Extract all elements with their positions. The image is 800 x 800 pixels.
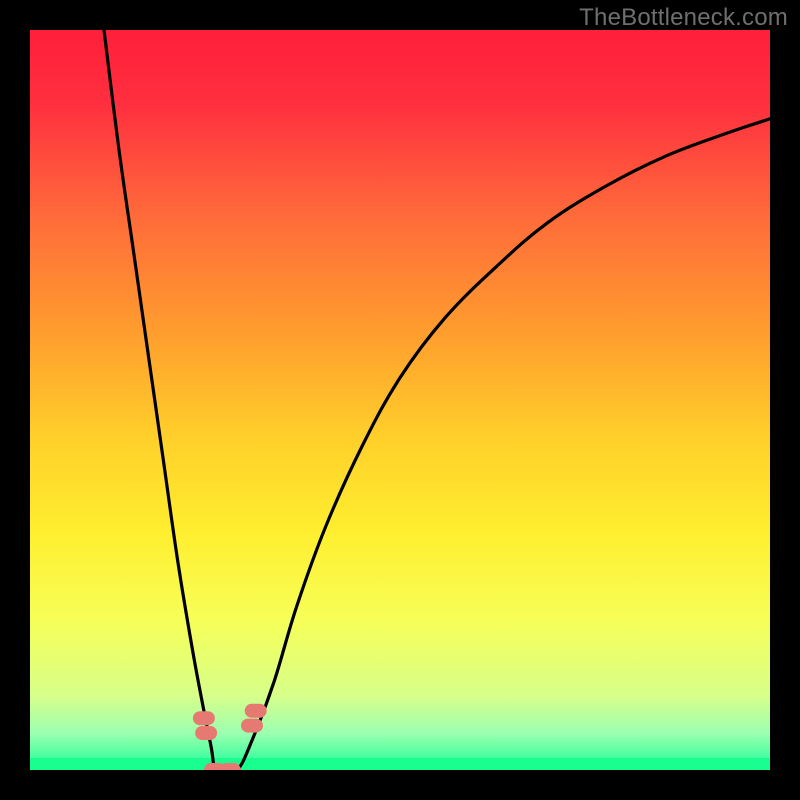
plot-area — [30, 30, 770, 770]
watermark-text: TheBottleneck.com — [579, 4, 788, 32]
chart-frame: TheBottleneck.com — [0, 0, 800, 800]
gradient-background — [30, 30, 770, 770]
